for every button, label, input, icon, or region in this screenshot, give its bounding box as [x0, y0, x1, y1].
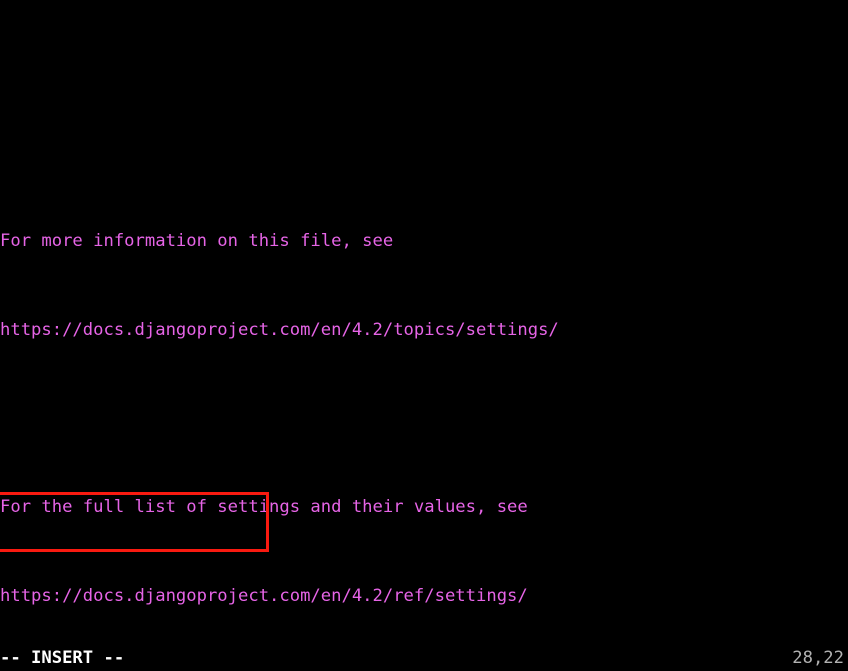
docstring-text: For the full list of settings and their …: [0, 497, 528, 518]
code-line-doc-full-list: For the full list of settings and their …: [0, 496, 848, 518]
docstring-url: https://docs.djangoproject.com/en/4.2/re…: [0, 585, 528, 606]
vim-text-buffer[interactable]: For more information on this file, see h…: [0, 0, 848, 671]
code-line-clipped: [0, 53, 848, 75]
vim-status-line: -- INSERT -- 28,22: [0, 646, 848, 671]
terminal-window[interactable]: For more information on this file, see h…: [0, 0, 848, 671]
docstring-url: https://docs.djangoproject.com/en/4.2/to…: [0, 319, 559, 340]
code-line-doc-url-topics: https://docs.djangoproject.com/en/4.2/to…: [0, 319, 848, 341]
code-line-doc-url-ref: https://docs.djangoproject.com/en/4.2/re…: [0, 585, 848, 607]
vim-mode-indicator: -- INSERT --: [0, 648, 125, 668]
docstring-text: For more information on this file, see: [0, 231, 394, 252]
code-line-doc-more-info: For more information on this file, see: [0, 230, 848, 252]
vim-cursor-position-ruler: 28,22: [792, 648, 844, 668]
